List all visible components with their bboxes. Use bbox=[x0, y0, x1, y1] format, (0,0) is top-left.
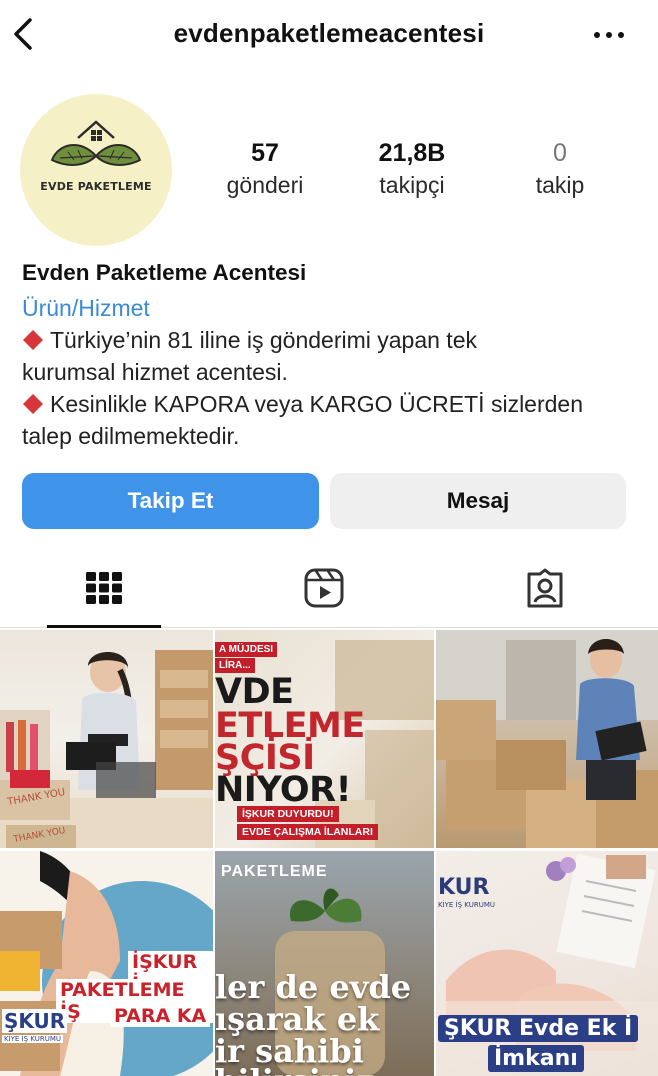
stat-following-label: takip bbox=[535, 172, 585, 198]
stat-following-count: 0 bbox=[553, 139, 567, 167]
stat-posts[interactable]: 57 gönderi bbox=[200, 138, 330, 202]
post-band-1: İŞKUR DUYURDU! bbox=[237, 806, 339, 822]
post-iskur-sub: KİYE İŞ KURUMU bbox=[2, 1035, 63, 1043]
stat-followers-label: takipçi bbox=[379, 172, 445, 198]
stat-followers-count: 21,8B bbox=[378, 139, 446, 167]
post-image: THANK YOU THANK YOU bbox=[0, 650, 213, 848]
avatar-brand-text: EVDE PAKETLEME bbox=[40, 180, 152, 193]
post-iskur-sub: KİYE İŞ KURUMU bbox=[438, 901, 495, 909]
post-big-line-1: ler de evde bbox=[215, 968, 412, 1006]
post-tag: PAKETLEME bbox=[221, 863, 328, 880]
grid-icon[interactable] bbox=[84, 568, 124, 608]
post-tag-2: LİRA... bbox=[215, 658, 255, 673]
bio-line-3: Kesinlikle KAPORA veya KARGO ÜCRETİ sizl… bbox=[22, 388, 642, 420]
post-thumbnail[interactable] bbox=[436, 630, 658, 848]
post-thumbnail[interactable]: PAKETLEME ler de evde ışarak ek ir sahib… bbox=[215, 851, 434, 1076]
post-image bbox=[436, 630, 658, 848]
stat-posts-label: gönderi bbox=[226, 172, 304, 198]
post-thumbnail[interactable]: İŞKUR İ PAKETLEME İŞ PARA KA ŞKUR KİYE İ… bbox=[0, 851, 213, 1076]
post-thumbnail[interactable]: KUR KİYE İŞ KURUMU ŞKUR Evde Ek İ İmkanı bbox=[436, 851, 658, 1076]
post-big-line-2: ışarak ek bbox=[215, 1000, 380, 1038]
message-button[interactable]: Mesaj bbox=[330, 473, 626, 529]
post-thumbnail[interactable]: THANK YOU THANK YOU bbox=[0, 630, 213, 848]
active-tab-indicator bbox=[47, 625, 161, 628]
profile-bio: Evden Paketleme Acentesi Ürün/Hizmet Tür… bbox=[22, 258, 642, 452]
follow-button[interactable]: Takip Et bbox=[22, 473, 319, 529]
profile-username: evdenpaketlemeacentesi bbox=[173, 18, 485, 48]
reels-icon[interactable] bbox=[304, 568, 344, 608]
red-diamond-icon bbox=[23, 394, 43, 414]
posts-grid: THANK YOU THANK YOU A MÜJDESI LİRA... VD… bbox=[0, 630, 658, 1076]
post-iskur-logo: KUR bbox=[438, 875, 490, 900]
tagged-person-icon[interactable] bbox=[525, 568, 565, 608]
post-chip-1: ŞKUR Evde Ek İ bbox=[438, 1015, 639, 1042]
bio-line-4: talep edilmemektedir. bbox=[22, 423, 240, 449]
bio-line-2: kurumsal hizmet acentesi. bbox=[22, 359, 288, 385]
top-bar: evdenpaketlemeacentesi bbox=[0, 0, 658, 72]
bio-text-1: Türkiye’nin 81 iline iş gönderimi yapan … bbox=[50, 327, 477, 353]
post-label-3: PARA KA bbox=[110, 1005, 211, 1027]
bio-text-3: Kesinlikle KAPORA veya KARGO ÜCRETİ sizl… bbox=[50, 391, 584, 417]
more-horizontal-icon[interactable] bbox=[592, 22, 626, 42]
post-chip-2: İmkanı bbox=[488, 1045, 584, 1072]
post-iskur-logo: ŞKUR bbox=[2, 1009, 68, 1033]
bio-line-1: Türkiye’nin 81 iline iş gönderimi yapan … bbox=[22, 324, 642, 356]
stat-following[interactable]: 0 takip bbox=[495, 138, 625, 202]
profile-display-name: Evden Paketleme Acentesi bbox=[22, 260, 307, 285]
post-band-2: EVDE ÇALIŞMA İLANLARI bbox=[237, 824, 378, 840]
profile-category[interactable]: Ürün/Hizmet bbox=[22, 292, 642, 324]
post-tag-1: A MÜJDESI bbox=[215, 642, 278, 657]
post-big-line-4: bilirsiniz. bbox=[215, 1065, 386, 1076]
post-headline-4: NIYOR! bbox=[215, 770, 352, 810]
stat-followers[interactable]: 21,8B takipçi bbox=[347, 138, 477, 202]
red-diamond-icon bbox=[23, 330, 43, 350]
profile-tabs bbox=[0, 552, 658, 628]
stat-posts-count: 57 bbox=[251, 139, 279, 167]
house-leaf-logo-icon bbox=[50, 120, 142, 166]
post-headline-1: VDE bbox=[215, 672, 294, 712]
post-thumbnail[interactable]: A MÜJDESI LİRA... VDE ETLEME ŞÇİSİ NIYOR… bbox=[215, 630, 434, 848]
avatar[interactable]: EVDE PAKETLEME bbox=[20, 94, 172, 246]
